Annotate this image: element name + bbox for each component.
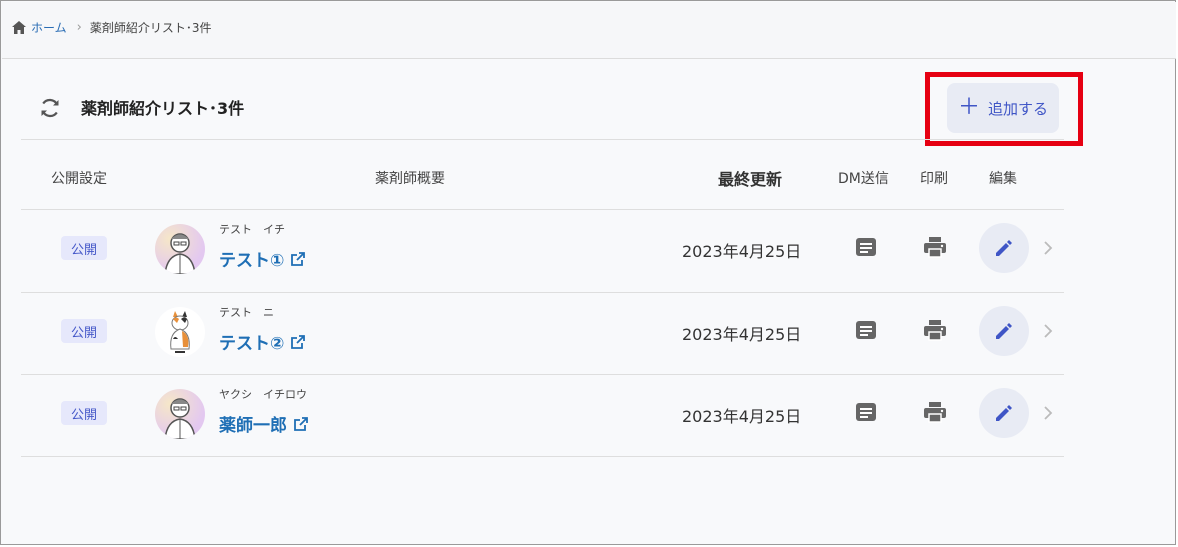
divider bbox=[21, 456, 1064, 457]
cat-avatar bbox=[155, 307, 205, 357]
pencil-icon bbox=[996, 405, 1012, 421]
column-header-publish: 公開設定 bbox=[51, 171, 107, 187]
chevron-right-icon[interactable] bbox=[1041, 403, 1055, 423]
column-header-print: 印刷 bbox=[920, 171, 948, 187]
print-icon[interactable] bbox=[923, 319, 947, 341]
print-icon[interactable] bbox=[923, 236, 947, 258]
name-kana: ヤクシ イチロウ bbox=[219, 388, 307, 401]
column-header-summary: 薬剤師概要 bbox=[375, 171, 445, 187]
table-row[interactable]: 公開 ヤクシ イチロウ 薬師一郎 2023年4月25日 bbox=[21, 375, 1064, 457]
highlight-box bbox=[925, 72, 1083, 146]
breadcrumb-home-link[interactable]: ホーム bbox=[31, 19, 67, 36]
external-link-icon[interactable] bbox=[290, 251, 306, 267]
message-icon[interactable] bbox=[855, 319, 877, 341]
name-kana: テスト イチ bbox=[219, 223, 285, 236]
person-avatar bbox=[155, 389, 205, 439]
breadcrumb-current: 薬剤師紹介リスト･3件 bbox=[89, 21, 212, 35]
chevron-right-icon: › bbox=[76, 20, 82, 35]
pharmacist-name[interactable]: テスト② bbox=[219, 329, 284, 354]
external-link-icon[interactable] bbox=[293, 416, 309, 432]
print-icon[interactable] bbox=[923, 401, 947, 423]
person-avatar bbox=[155, 224, 205, 274]
edit-button[interactable] bbox=[979, 306, 1029, 356]
breadcrumb-bar: ホーム › 薬剤師紹介リスト･3件 bbox=[2, 2, 1176, 59]
divider bbox=[21, 139, 1064, 140]
page-title: 薬剤師紹介リスト･3件 bbox=[81, 99, 245, 118]
message-icon[interactable] bbox=[855, 401, 877, 423]
updated-date: 2023年4月25日 bbox=[682, 407, 802, 426]
column-header-edit: 編集 bbox=[989, 171, 1017, 187]
edit-button[interactable] bbox=[979, 223, 1029, 273]
home-icon[interactable] bbox=[12, 21, 26, 34]
updated-date: 2023年4月25日 bbox=[682, 242, 802, 261]
pharmacist-name-link[interactable]: テスト① bbox=[219, 246, 306, 271]
column-header-dm: DM送信 bbox=[838, 171, 889, 187]
app-frame: ホーム › 薬剤師紹介リスト･3件 薬剤師紹介リスト･3件 ＋ 追加する 公開設… bbox=[0, 0, 1176, 545]
pharmacist-name[interactable]: 薬師一郎 bbox=[219, 411, 287, 436]
table-row[interactable]: 公開 テスト ニ テスト② 2023年4月25日 bbox=[21, 293, 1064, 375]
updated-date: 2023年4月25日 bbox=[682, 325, 802, 344]
pharmacist-name[interactable]: テスト① bbox=[219, 246, 284, 271]
status-badge: 公開 bbox=[61, 236, 107, 260]
edit-button[interactable] bbox=[979, 388, 1029, 438]
pharmacist-name-link[interactable]: 薬師一郎 bbox=[219, 411, 309, 436]
status-badge: 公開 bbox=[61, 319, 107, 343]
chevron-right-icon[interactable] bbox=[1041, 238, 1055, 258]
pencil-icon bbox=[996, 240, 1012, 256]
message-icon[interactable] bbox=[855, 236, 877, 258]
refresh-icon[interactable] bbox=[38, 96, 62, 120]
pencil-icon bbox=[996, 323, 1012, 339]
external-link-icon[interactable] bbox=[290, 334, 306, 350]
table-row[interactable]: 公開 テスト イチ テスト① 2023年4月25日 bbox=[21, 210, 1064, 292]
chevron-right-icon[interactable] bbox=[1041, 321, 1055, 341]
breadcrumb: ホーム › 薬剤師紹介リスト･3件 bbox=[12, 19, 211, 36]
status-badge: 公開 bbox=[61, 401, 107, 425]
column-header-updated[interactable]: 最終更新 bbox=[718, 166, 782, 190]
name-kana: テスト ニ bbox=[219, 306, 274, 319]
pharmacist-name-link[interactable]: テスト② bbox=[219, 329, 306, 354]
